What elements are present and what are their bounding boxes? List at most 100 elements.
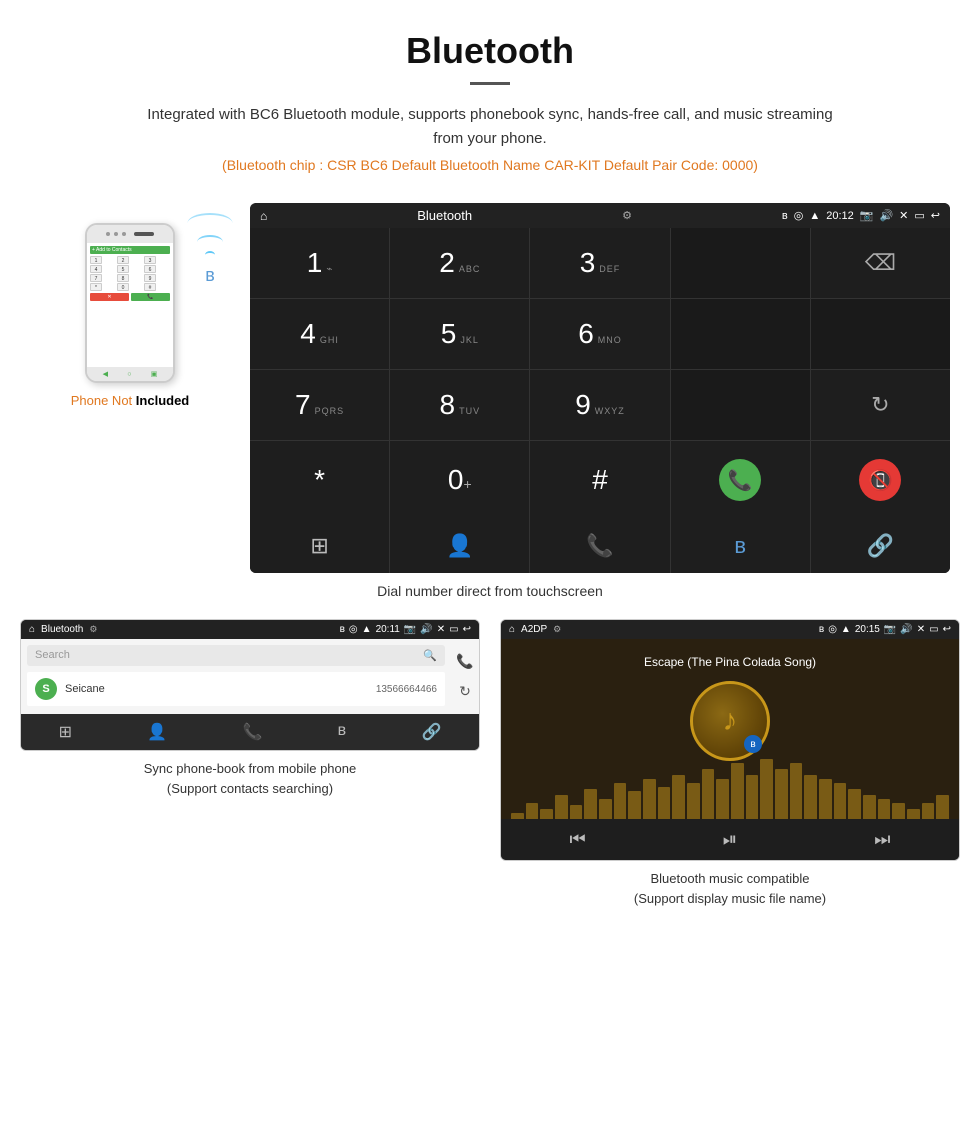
- dial-footer-phone[interactable]: 📞: [530, 519, 669, 573]
- music-caption: Bluetooth music compatible(Support displ…: [634, 869, 826, 908]
- pb-time: 20:11: [376, 624, 400, 635]
- dial-backspace[interactable]: ⌫: [811, 228, 950, 298]
- music-viz-bar: [599, 799, 612, 819]
- music-viz-bar: [511, 813, 524, 819]
- music-viz-bar: [746, 775, 759, 819]
- pb-bt-icon: ʙ: [340, 624, 345, 635]
- phone-not-included-label: Phone Not Included: [71, 393, 190, 408]
- page-description: Integrated with BC6 Bluetooth module, su…: [140, 103, 840, 151]
- phone-bottom-bar: ◀○▣: [87, 367, 173, 381]
- music-viz-bar: [555, 795, 568, 819]
- pb-search-icon: 🔍: [423, 649, 437, 662]
- dial-footer-contacts[interactable]: 👤: [390, 519, 529, 573]
- bluetooth-specs: (Bluetooth chip : CSR BC6 Default Blueto…: [20, 157, 960, 173]
- music-vol-icon: 🔊: [900, 624, 912, 635]
- pb-loc-icon: ◎: [349, 624, 358, 635]
- music-bt-badge: ʙ: [744, 735, 762, 753]
- dial-grid: 1 ⌁ 2 ABC 3 DEF ⌫ 4 GHI 5 JKL: [250, 228, 950, 519]
- dial-empty-2: [671, 299, 810, 369]
- dial-key-8[interactable]: 8 TUV: [390, 370, 529, 440]
- dial-key-7[interactable]: 7 PQRS: [250, 370, 389, 440]
- volume-icon: 🔊: [879, 209, 893, 222]
- page-header: Bluetooth Integrated with BC6 Bluetooth …: [0, 0, 980, 203]
- music-viz-bar: [834, 783, 847, 819]
- pb-footer-link[interactable]: 🔗: [421, 722, 441, 742]
- dial-key-5[interactable]: 5 JKL: [390, 299, 529, 369]
- phone-screen: + Add to Contacts 1 2 3 4 5 6 7 8 9 * 0 …: [87, 243, 173, 367]
- usb-icon: ⚙: [622, 209, 632, 222]
- dial-footer-link[interactable]: 🔗: [811, 519, 950, 573]
- pb-search-bar[interactable]: Search 🔍: [27, 645, 445, 666]
- music-title: A2DP: [521, 624, 547, 635]
- dial-key-4[interactable]: 4 GHI: [250, 299, 389, 369]
- music-footer: ⏮ ⏯ ⏭: [501, 819, 959, 860]
- pb-contact-name: Seicane: [65, 683, 368, 695]
- music-viz-bar: [687, 783, 700, 819]
- music-viz-bar: [804, 775, 817, 819]
- dial-refresh[interactable]: ↻: [811, 370, 950, 440]
- included-text: Included: [136, 393, 189, 408]
- window-icon: ▭: [914, 209, 924, 222]
- dial-key-star[interactable]: *: [250, 441, 389, 519]
- dial-key-9[interactable]: 9 WXYZ: [530, 370, 669, 440]
- phone-wrapper: ʙ + Add to Contacts 1 2 3 4 5 6: [85, 223, 175, 383]
- dial-key-2[interactable]: 2 ABC: [390, 228, 529, 298]
- dial-footer-bluetooth[interactable]: ʙ: [671, 519, 810, 573]
- music-viz-bar: [526, 803, 539, 819]
- music-time: 20:15: [855, 624, 880, 635]
- music-viz-bar: [716, 779, 729, 819]
- music-cam-icon: 📷: [884, 624, 896, 635]
- x-icon: ✕: [899, 209, 908, 222]
- phonebook-caption: Sync phone-book from mobile phone(Suppor…: [144, 759, 356, 798]
- pb-side-refresh[interactable]: ↻: [459, 683, 471, 700]
- music-viz-bar: [936, 795, 949, 819]
- music-song-title: Escape (The Pina Colada Song): [644, 655, 816, 669]
- phonebook-screenshot: ⌂ Bluetooth ⚙ ʙ ◎ ▲ 20:11 📷 🔊 ✕ ▭ ↩: [20, 619, 480, 751]
- play-pause-btn[interactable]: ⏯: [723, 829, 737, 850]
- pb-footer-person[interactable]: 👤: [147, 722, 167, 742]
- music-screenshot: ⌂ A2DP ⚙ ʙ ◎ ▲ 20:15 📷 🔊 ✕ ▭ ↩ E: [500, 619, 960, 861]
- pb-usb-icon: ⚙: [89, 624, 97, 635]
- dial-key-6[interactable]: 6 MNO: [530, 299, 669, 369]
- pb-content: Search 🔍 S Seicane 13566664466: [21, 639, 451, 714]
- dial-empty-1: [671, 228, 810, 298]
- dial-empty-4: [671, 370, 810, 440]
- pb-back-icon: ↩: [463, 624, 471, 635]
- pb-avatar: S: [35, 678, 57, 700]
- music-item: ⌂ A2DP ⚙ ʙ ◎ ▲ 20:15 📷 🔊 ✕ ▭ ↩ E: [500, 619, 960, 908]
- pb-contact-row[interactable]: S Seicane 13566664466: [27, 672, 445, 706]
- dial-footer-keypad[interactable]: ⊞: [250, 519, 389, 573]
- dial-key-1[interactable]: 1 ⌁: [250, 228, 389, 298]
- pb-contacts-area: Search 🔍 S Seicane 13566664466: [21, 639, 451, 714]
- music-viz-bar: [892, 803, 905, 819]
- pb-side-phone[interactable]: 📞: [456, 653, 473, 670]
- pb-sig-icon: ▲: [362, 624, 372, 635]
- pb-footer-bt[interactable]: ʙ: [338, 722, 347, 742]
- music-usb-icon: ⚙: [553, 624, 561, 635]
- pb-content-wrapper: Search 🔍 S Seicane 13566664466 📞 ↻: [21, 639, 479, 714]
- phone-container: ʙ + Add to Contacts 1 2 3 4 5 6: [30, 203, 230, 408]
- next-btn[interactable]: ⏭: [874, 829, 890, 850]
- dial-end-call-btn[interactable]: 📵: [811, 441, 950, 519]
- music-win-icon: ▭: [929, 624, 938, 635]
- dial-key-0[interactable]: 0+: [390, 441, 529, 519]
- music-viz-bar: [672, 775, 685, 819]
- dial-key-3[interactable]: 3 DEF: [530, 228, 669, 298]
- music-viz-bar: [702, 769, 715, 819]
- dial-key-hash[interactable]: #: [530, 441, 669, 519]
- dial-call-green-btn[interactable]: 📞: [671, 441, 810, 519]
- time-display: 20:12: [826, 210, 854, 222]
- dial-status-right: ʙ ◎ ▲ 20:12 📷 🔊 ✕ ▭ ↩: [782, 209, 940, 222]
- music-viz: [501, 759, 959, 819]
- pb-footer-phone[interactable]: 📞: [242, 722, 262, 742]
- pb-contact-number: 13566664466: [376, 684, 437, 695]
- music-loc-icon: ◎: [828, 624, 837, 635]
- pb-footer-keypad[interactable]: ⊞: [59, 722, 72, 742]
- music-viz-bar: [540, 809, 553, 819]
- phone-not-text: Phone Not: [71, 393, 132, 408]
- prev-btn[interactable]: ⏮: [570, 829, 586, 850]
- music-viz-bar: [863, 795, 876, 819]
- location-icon: ◎: [794, 209, 804, 222]
- music-viz-bar: [570, 805, 583, 819]
- music-home-icon: ⌂: [509, 624, 515, 635]
